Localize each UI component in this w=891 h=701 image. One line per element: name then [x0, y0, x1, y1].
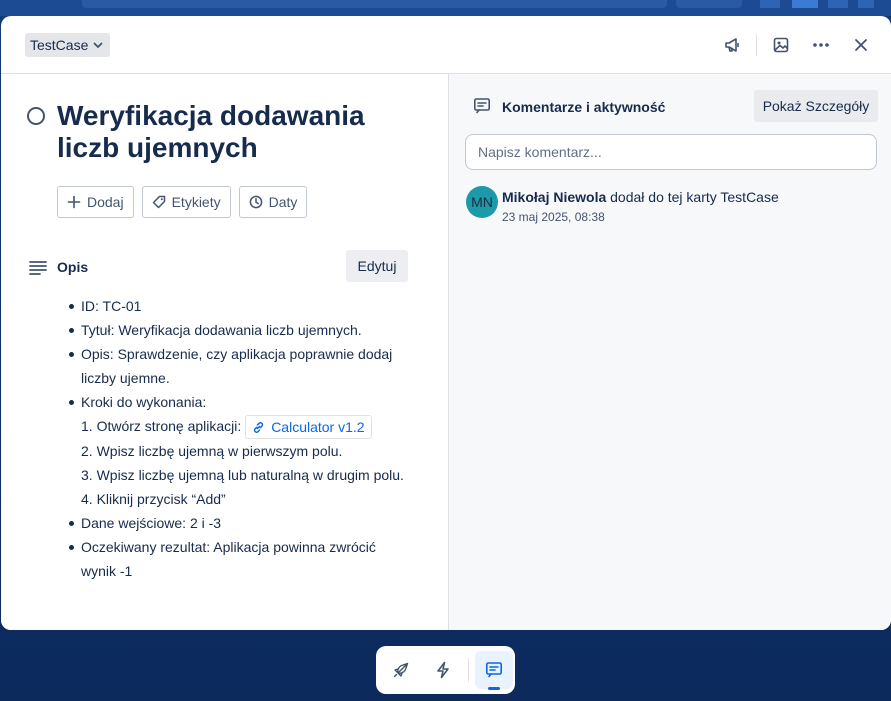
rocket-button[interactable]	[382, 651, 420, 689]
megaphone-icon[interactable]	[712, 25, 752, 65]
card-type-label: TestCase	[30, 37, 89, 53]
dates-button-label: Daty	[268, 194, 298, 210]
bolt-icon	[437, 661, 449, 679]
description-heading: Opis	[57, 259, 89, 275]
dock-divider	[468, 658, 469, 682]
close-icon[interactable]	[841, 25, 881, 65]
comments-button[interactable]	[475, 651, 513, 690]
description-item: 4. Kliknij przycisk “Add”	[81, 491, 226, 508]
activity-title: Komentarze i aktywność	[502, 99, 666, 115]
card-modal: TestCase Weryfikacja dodawania liczb uje…	[1, 16, 891, 630]
background-square	[760, 0, 780, 8]
labels-button-label: Etykiety	[171, 194, 221, 210]
image-icon[interactable]	[761, 25, 801, 65]
description-item: Opis: Sprawdzenie, czy aplikacja poprawn…	[67, 342, 407, 390]
background-button	[676, 0, 742, 8]
comment-icon	[473, 98, 490, 114]
tag-icon	[152, 195, 165, 209]
clock-icon	[249, 195, 262, 209]
description-item: 2. Wpisz liczbę ujemną w pierwszym polu.	[81, 443, 343, 460]
background-search-bar	[82, 0, 667, 8]
bottom-dock	[376, 646, 515, 694]
description-item: 3. Wpisz liczbę ujemną lub naturalną w d…	[81, 467, 404, 484]
dates-button[interactable]: Daty	[238, 186, 308, 218]
description-item: ID: TC-01	[67, 294, 407, 318]
avatar[interactable]: MN	[466, 186, 498, 218]
activity-user[interactable]: Mikołaj Niewola	[502, 189, 606, 205]
description-item: 1. Otwórz stronę aplikacji: Calculator v…	[67, 414, 407, 440]
description-item: Dane wejściowe: 2 i -3	[67, 511, 407, 535]
activity-action: dodał do tej karty TestCase	[610, 189, 779, 205]
background-square	[792, 0, 818, 8]
automation-button[interactable]	[424, 651, 462, 689]
card-actions: Dodaj Etykiety Daty	[57, 186, 308, 218]
link-icon	[254, 421, 264, 433]
activity-timestamp[interactable]: 23 maj 2025, 08:38	[502, 210, 605, 224]
description-item: Oczekiwany rezultat: Aplikacja powinna z…	[67, 535, 407, 583]
chevron-down-icon	[93, 42, 103, 48]
background-square	[828, 0, 848, 8]
description-item: Kroki do wykonania:	[67, 390, 407, 414]
activity-panel: Komentarze i aktywność Pokaż Szczegóły M…	[448, 74, 891, 630]
card-main-panel: Weryfikacja dodawania liczb ujemnych Dod…	[1, 74, 448, 630]
background-square	[858, 0, 874, 8]
description-icon	[29, 261, 47, 275]
rocket-icon	[393, 662, 409, 678]
activity-entry: Mikołaj Niewola dodał do tej karty TestC…	[502, 189, 779, 205]
step-text: 1. Otwórz stronę aplikacji:	[81, 418, 242, 434]
description-content: ID: TC-01 Tytuł: Weryfikacja dodawania l…	[67, 294, 407, 583]
plus-icon	[67, 195, 81, 209]
labels-button[interactable]: Etykiety	[141, 186, 231, 218]
card-title[interactable]: Weryfikacja dodawania liczb ujemnych	[57, 100, 417, 164]
comment-input[interactable]	[465, 134, 877, 170]
add-button-label: Dodaj	[87, 194, 124, 210]
comment-icon	[485, 662, 502, 678]
calculator-link-label: Calculator v1.2	[271, 419, 365, 436]
show-details-button[interactable]: Pokaż Szczegóły	[754, 90, 878, 122]
background-topbar	[0, 0, 891, 16]
edit-description-button[interactable]: Edytuj	[346, 250, 408, 282]
header-divider	[756, 33, 757, 56]
description-item: Tytuł: Weryfikacja dodawania liczb ujemn…	[67, 318, 407, 342]
more-icon[interactable]	[801, 25, 841, 65]
modal-header: TestCase	[1, 16, 891, 74]
calculator-link[interactable]: Calculator v1.2	[245, 415, 372, 440]
add-button[interactable]: Dodaj	[57, 186, 134, 218]
card-type-dropdown[interactable]: TestCase	[25, 33, 111, 57]
complete-checkbox[interactable]	[27, 107, 45, 125]
